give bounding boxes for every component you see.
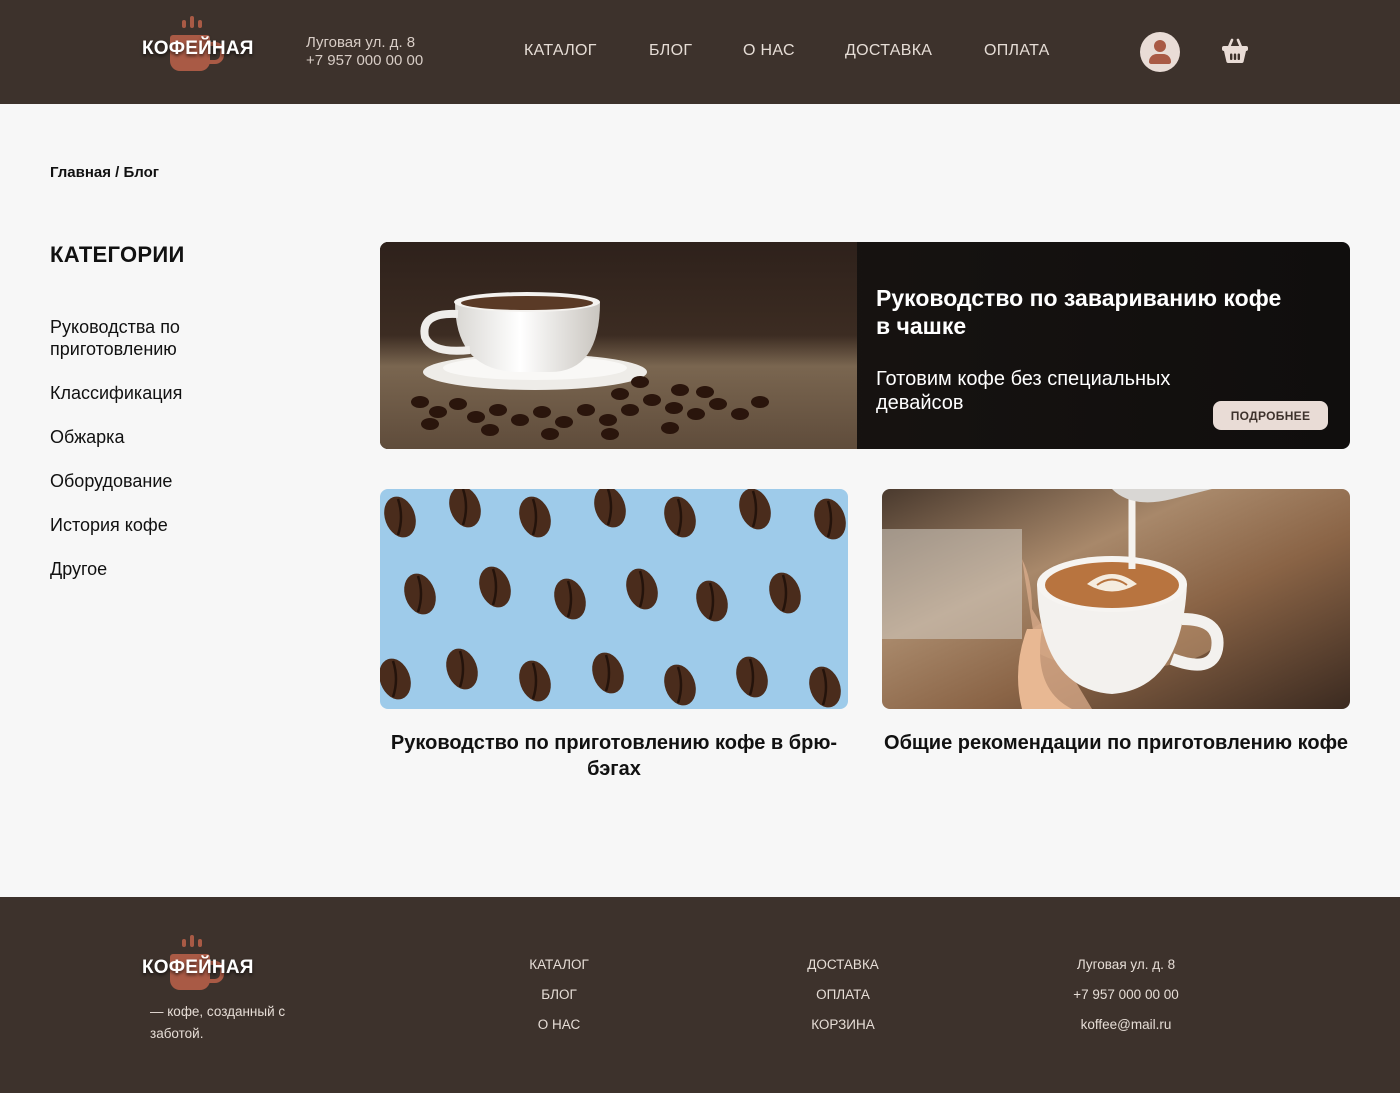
footer-link-catalog[interactable]: КАТАЛОГ — [459, 957, 659, 972]
nav-delivery[interactable]: ДОСТАВКА — [845, 42, 932, 60]
more-button[interactable]: ПОДРОБНЕЕ — [1213, 401, 1328, 430]
nav-payment[interactable]: ОПЛАТА — [984, 42, 1050, 60]
footer-address: Луговая ул. д. 8 — [1076, 957, 1176, 972]
footer-link-payment[interactable]: ОПЛАТА — [743, 987, 943, 1002]
card-image-beans[interactable] — [380, 489, 848, 709]
footer-phone[interactable]: +7 957 000 00 00 — [1026, 987, 1226, 1002]
card-title-brew-bags[interactable]: Руководство по приготовлению кофе в брю-… — [380, 730, 848, 782]
site-header: КОФЕЙНАЯ Луговая ул. д. 8 +7 957 000 00 … — [0, 0, 1400, 104]
featured-title[interactable]: Руководство по завариванию кофе в чашке — [876, 284, 1296, 340]
header-phone[interactable]: +7 957 000 00 00 — [306, 52, 423, 70]
featured-subtitle: Готовим кофе без специальных девайсов — [876, 368, 1171, 414]
category-other[interactable]: Другое — [50, 558, 250, 580]
categories-title: КАТЕГОРИИ — [50, 242, 185, 267]
card-image-latte[interactable] — [882, 489, 1350, 709]
nav-blog[interactable]: БЛОГ — [649, 42, 692, 60]
footer-link-delivery[interactable]: ДОСТАВКА — [743, 957, 943, 972]
basket-icon[interactable] — [1220, 36, 1250, 66]
featured-image — [380, 242, 857, 449]
footer-email[interactable]: koffee@mail.ru — [1026, 1017, 1226, 1032]
user-icon[interactable] — [1140, 32, 1180, 72]
featured-article[interactable]: Руководство по завариванию кофе в чашке … — [380, 242, 1350, 449]
breadcrumb[interactable]: Главная / Блог — [50, 164, 159, 181]
category-roasting[interactable]: Обжарка — [50, 426, 250, 448]
footer-link-cart[interactable]: КОРЗИНА — [743, 1017, 943, 1032]
footer-logo-text: КОФЕЙНАЯ — [142, 957, 254, 978]
logo[interactable]: КОФЕЙНАЯ — [142, 16, 254, 80]
category-equipment[interactable]: Оборудование — [50, 470, 250, 492]
footer-logo[interactable]: КОФЕЙНАЯ — [142, 935, 254, 999]
category-classification[interactable]: Классификация — [50, 382, 250, 404]
header-address: Луговая ул. д. 8 — [306, 34, 416, 51]
category-guides[interactable]: Руководства по приготовлению — [50, 316, 250, 360]
logo-text: КОФЕЙНАЯ — [142, 38, 254, 59]
nav-about[interactable]: О НАС — [743, 42, 795, 60]
card-title-general-tips[interactable]: Общие рекомендации по приготовлению кофе — [882, 730, 1350, 756]
footer-tagline: — кофе, созданный с заботой. — [150, 1004, 286, 1041]
category-history[interactable]: История кофе — [50, 514, 250, 536]
header-contacts: Луговая ул. д. 8 +7 957 000 00 00 — [306, 34, 423, 70]
footer-link-blog[interactable]: БЛОГ — [459, 987, 659, 1002]
site-footer: КОФЕЙНАЯ — кофе, созданный с заботой. КА… — [0, 897, 1400, 1093]
footer-link-about[interactable]: О НАС — [459, 1017, 659, 1032]
nav-catalog[interactable]: КАТАЛОГ — [524, 42, 597, 60]
